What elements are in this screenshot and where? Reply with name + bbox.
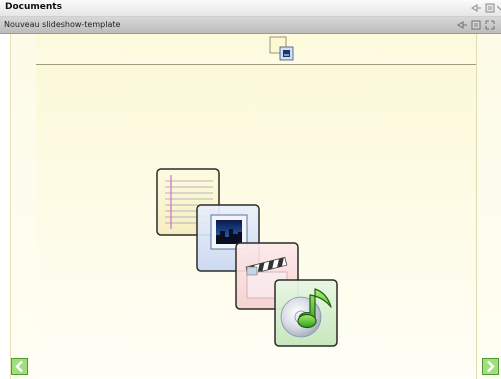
restore-icon[interactable] <box>470 19 482 31</box>
arrow-left-icon <box>11 358 28 375</box>
slideshow-area <box>0 34 501 379</box>
window-title: Documents <box>5 2 62 12</box>
panel-title: Nouveau slideshow-template <box>4 20 121 29</box>
window-titlebar: Documents <box>0 0 501 17</box>
right-sidebar <box>476 34 501 379</box>
thumbnail-strip <box>36 34 476 65</box>
pin-icon[interactable] <box>456 19 468 31</box>
previous-slide-button[interactable] <box>11 358 28 375</box>
close-icon[interactable] <box>497 2 501 14</box>
pin-icon[interactable] <box>470 2 482 14</box>
next-slide-button[interactable] <box>482 358 499 375</box>
maximize-icon[interactable] <box>484 19 496 31</box>
slide-thumbnail-icon[interactable] <box>269 36 295 62</box>
panel-titlebar: Nouveau slideshow-template <box>0 17 501 34</box>
multimedia-documents-icon <box>155 167 341 349</box>
left-sidebar <box>10 34 37 379</box>
arrow-right-icon <box>482 358 499 375</box>
window-icon[interactable] <box>484 2 496 14</box>
